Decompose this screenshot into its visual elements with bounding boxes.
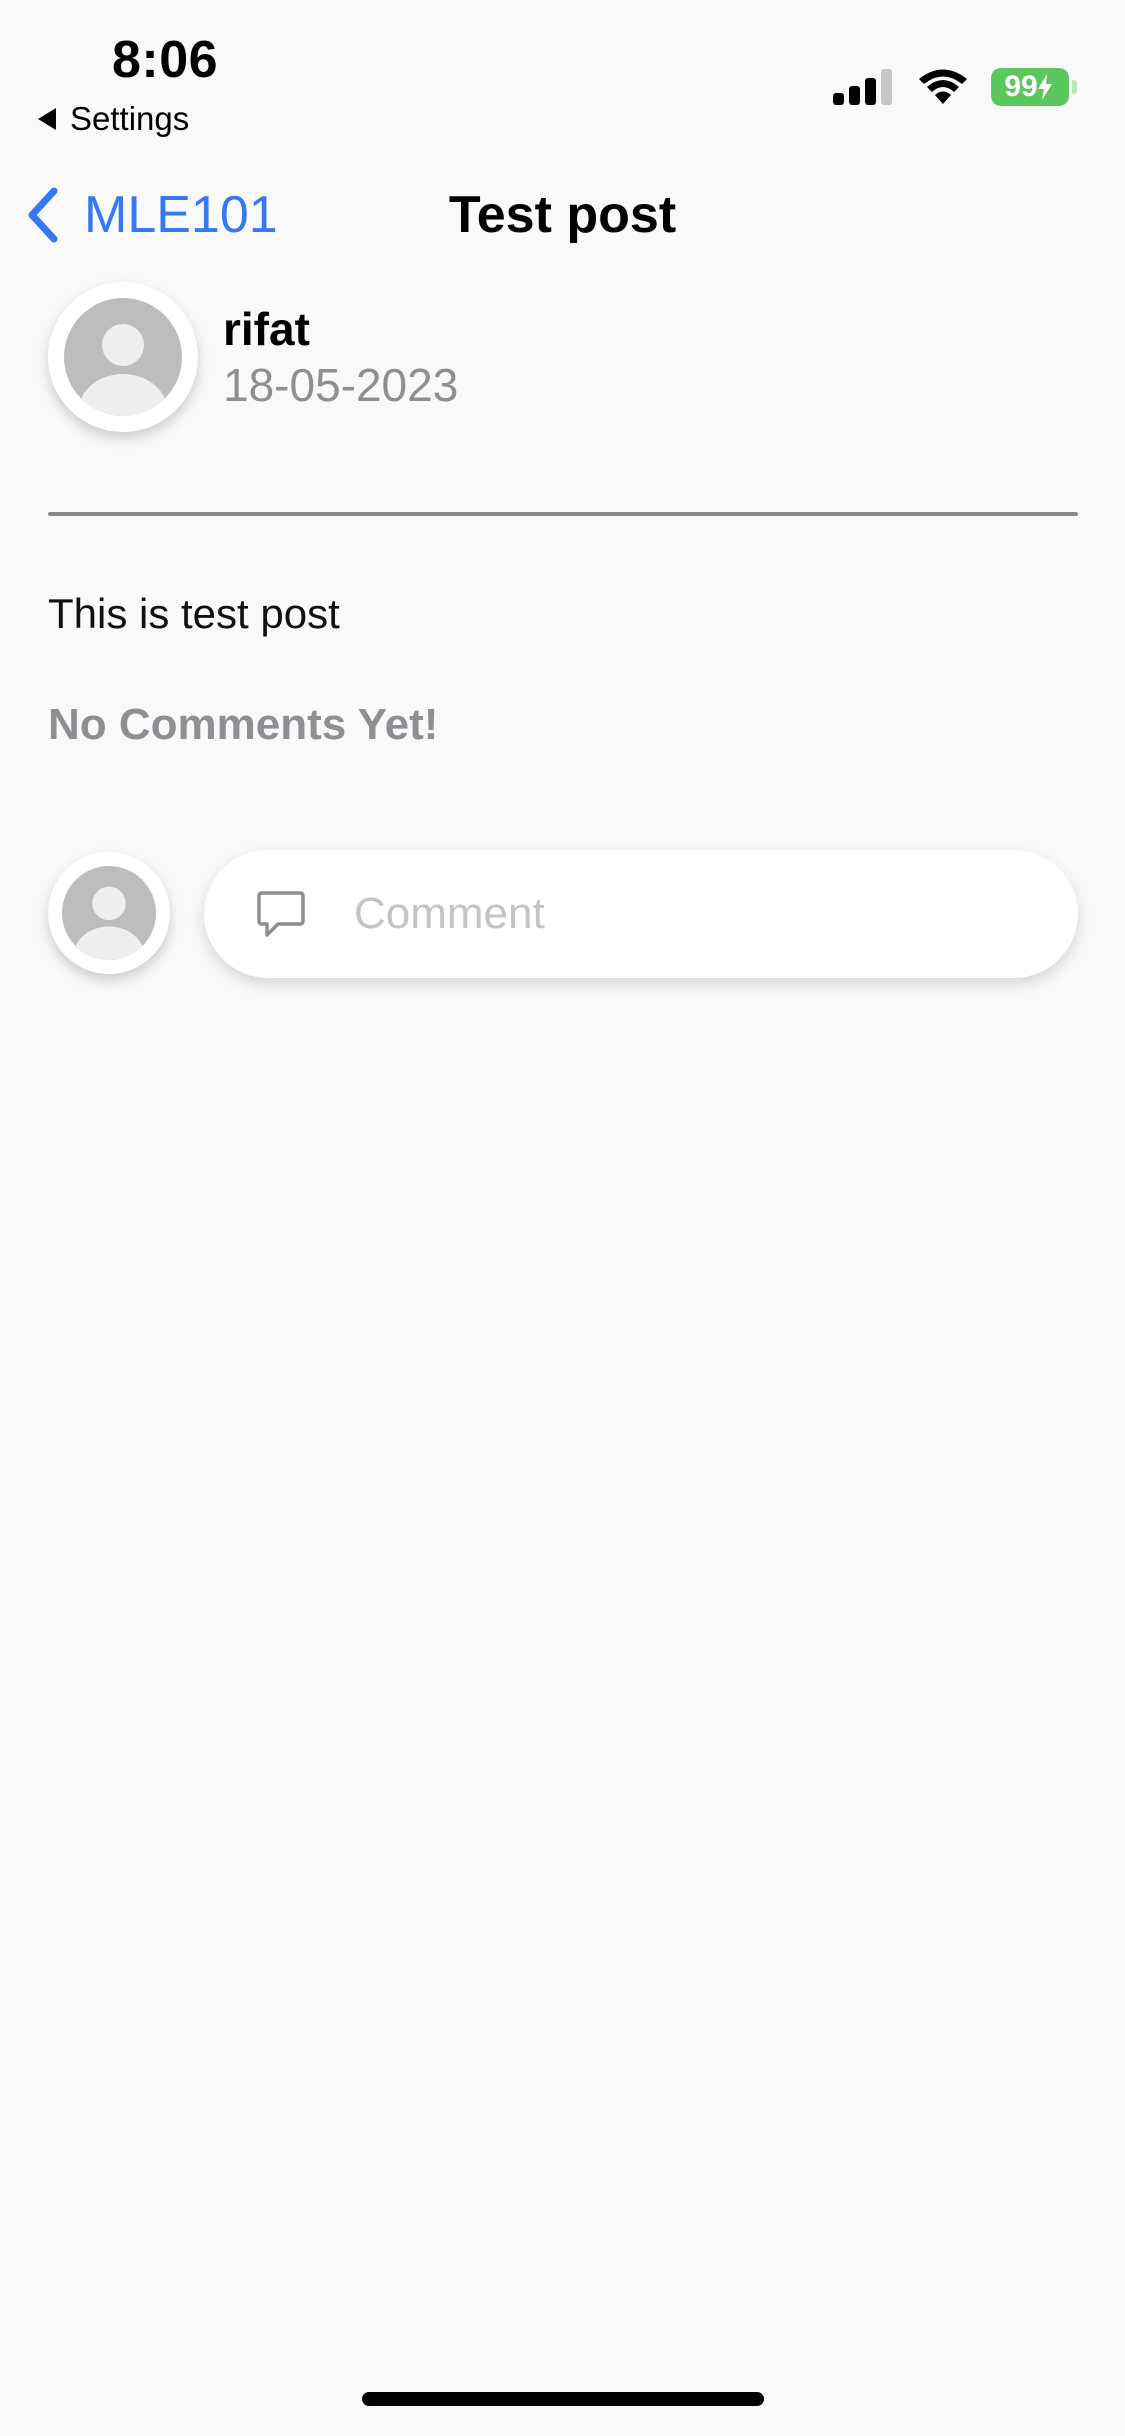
home-indicator[interactable] <box>362 2392 764 2406</box>
status-time: 8:06 <box>112 31 219 89</box>
cellular-signal-icon <box>833 69 892 105</box>
comment-input-container[interactable] <box>204 850 1078 978</box>
wifi-icon <box>919 69 967 104</box>
current-user-avatar <box>48 852 170 974</box>
post-body-text: This is test post <box>48 590 340 637</box>
back-to-app-link[interactable]: Settings <box>38 100 189 138</box>
author-avatar[interactable] <box>48 282 198 432</box>
status-indicators: 99 <box>833 68 1077 106</box>
post-detail-screen: 8:06 Settings 99 MLE101 Test post rifat … <box>0 0 1125 2436</box>
empty-comments-label: No Comments Yet! <box>48 700 439 749</box>
battery-indicator: 99 <box>991 68 1077 106</box>
divider <box>48 512 1078 516</box>
comment-input[interactable] <box>354 889 994 939</box>
speech-bubble-icon <box>257 891 305 937</box>
page-title: Test post <box>448 186 677 244</box>
post-author-name[interactable]: rifat <box>223 302 310 356</box>
user-placeholder-icon <box>62 866 156 960</box>
back-triangle-icon <box>38 108 56 130</box>
post-date: 18-05-2023 <box>223 359 459 411</box>
charging-bolt-icon <box>1037 74 1052 100</box>
battery-level: 99 <box>1004 70 1038 103</box>
user-placeholder-icon <box>64 298 182 416</box>
back-app-label: Settings <box>70 100 190 137</box>
